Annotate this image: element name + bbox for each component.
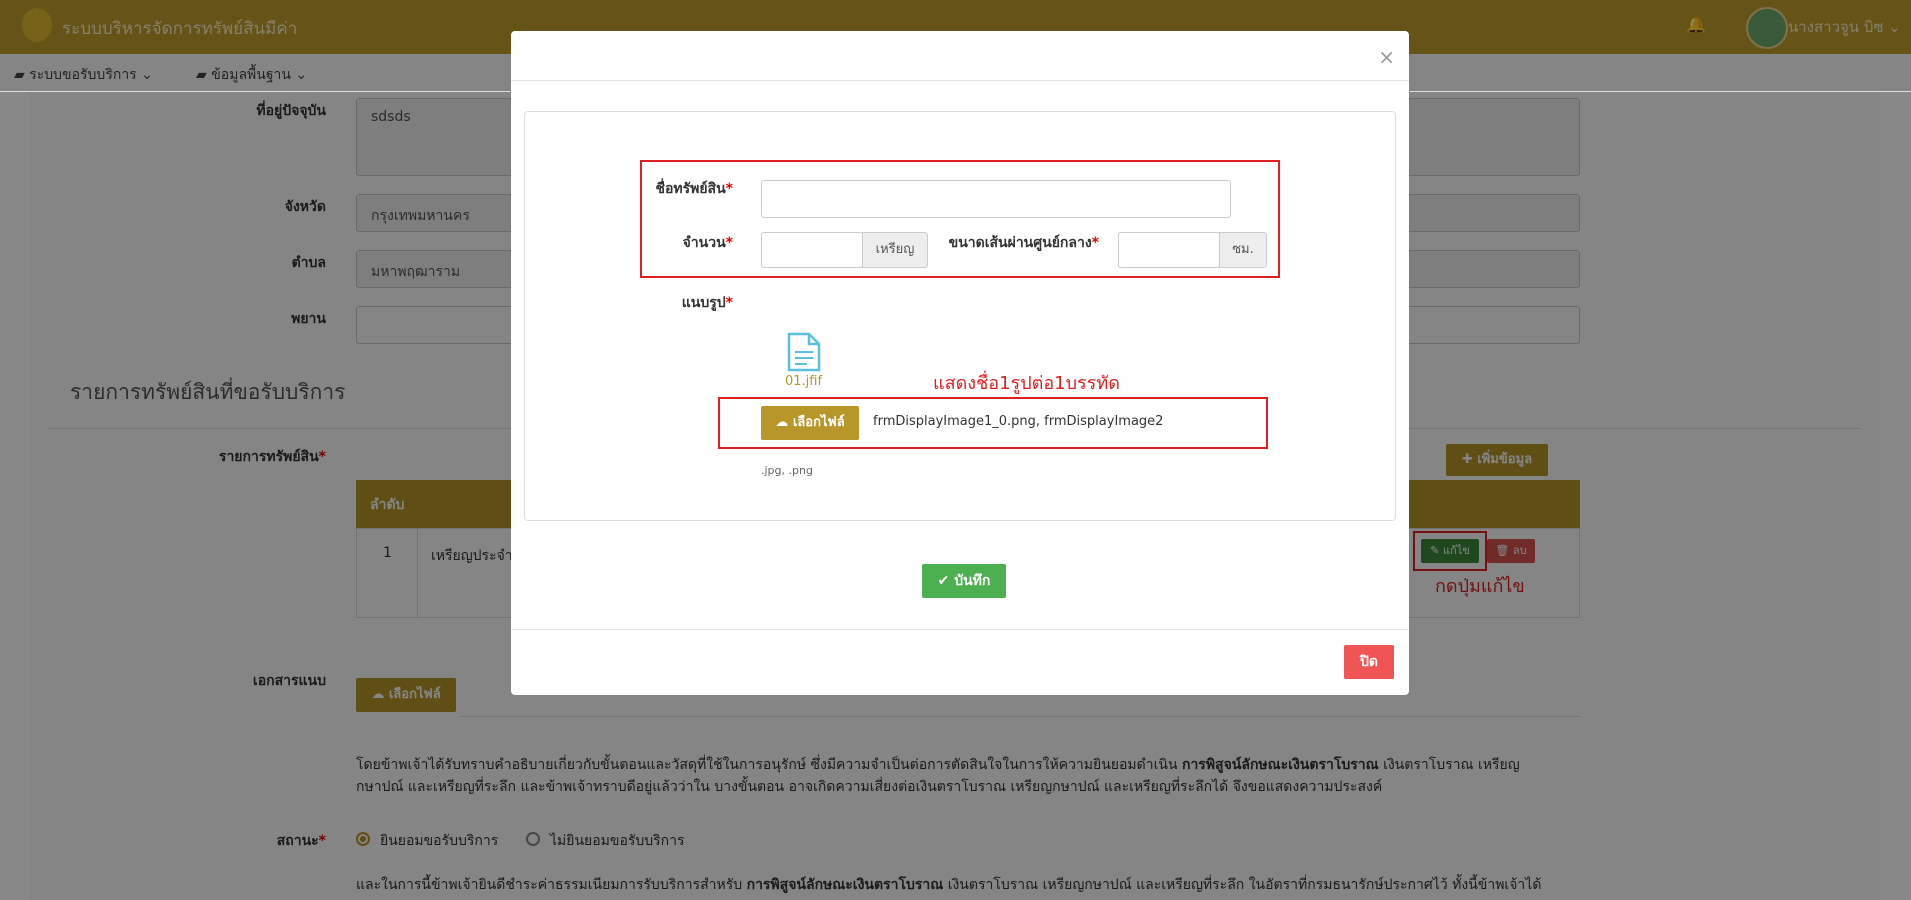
modal-footer-divider: [511, 629, 1409, 630]
file-icon[interactable]: [787, 332, 821, 372]
attach-image-label: แนบรูป*: [681, 295, 733, 311]
annotation-highlight-box: [640, 160, 1280, 278]
close-button[interactable]: ปิด: [1344, 645, 1394, 679]
uploaded-file-name[interactable]: 01.jfif: [785, 374, 822, 389]
allowed-file-types: .jpg, .png: [761, 464, 813, 477]
modal-header-divider: [511, 80, 1409, 81]
display-annotation: แสดงชื่อ1รูปต่อ1บรรทัด: [933, 373, 1120, 394]
save-button[interactable]: ✔ บันทึก: [922, 564, 1006, 598]
asset-modal: × ชื่อทรัพย์สิน* จำนวน* เหรียญ ขนาดเส้นผ…: [511, 31, 1409, 695]
modal-form-card: ชื่อทรัพย์สิน* จำนวน* เหรียญ ขนาดเส้นผ่า…: [524, 111, 1396, 521]
annotation-highlight-box: [718, 397, 1268, 449]
close-icon[interactable]: ×: [1378, 45, 1395, 69]
